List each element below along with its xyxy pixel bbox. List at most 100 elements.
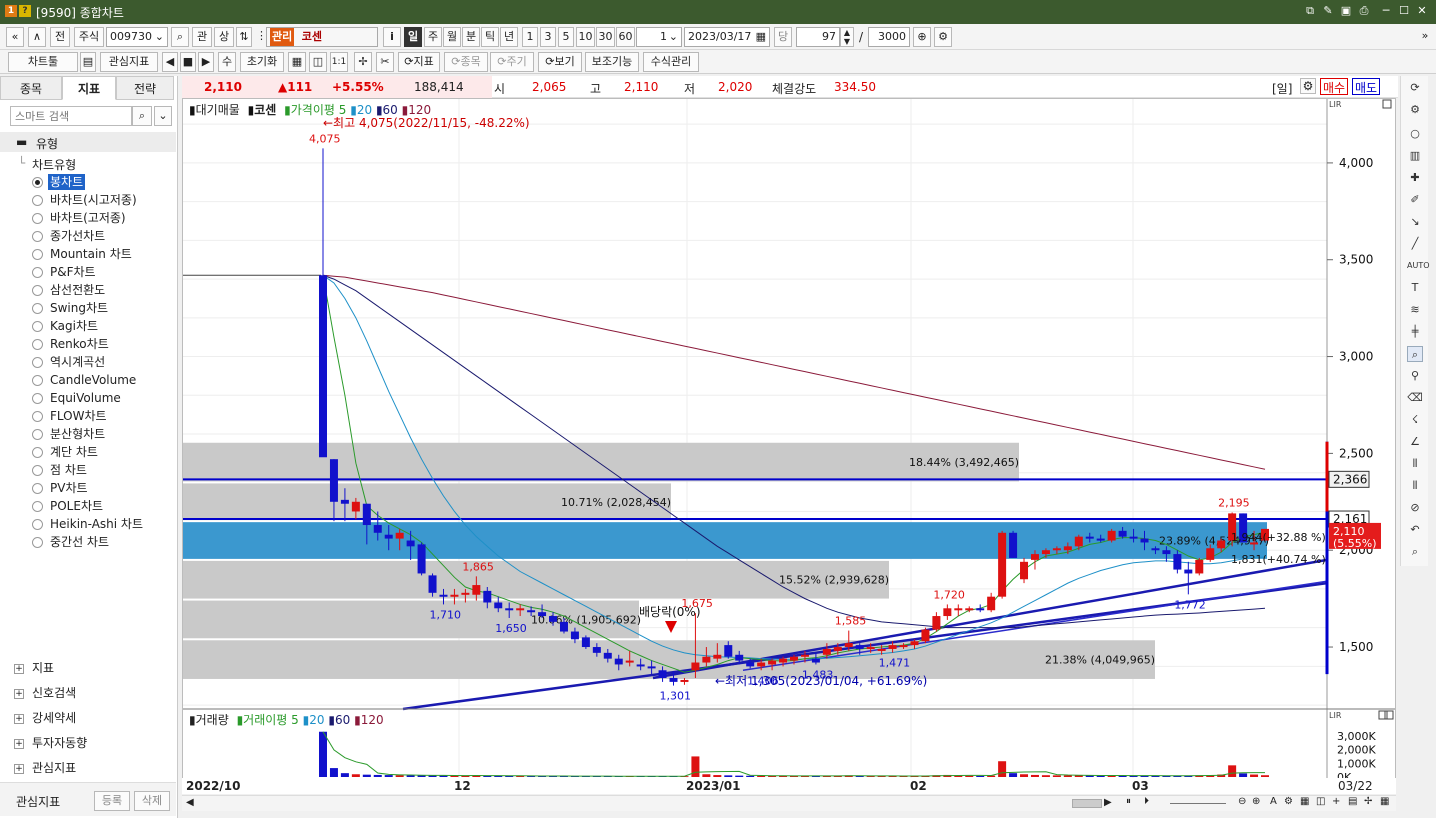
chart-tool-button[interactable]: 차트툴 [8,52,78,72]
add-icon[interactable]: + [1332,796,1340,807]
radio-chart-type[interactable] [32,357,43,368]
crosshair-icon[interactable]: ✢ [354,52,372,72]
expand-plus-icon[interactable]: + [14,663,24,674]
expand-plus-icon[interactable]: + [14,763,24,774]
chart-area[interactable]: 18.44% (3,492,465) 10.71% (2,028,454) 23.8… [182,98,1396,780]
tree-node[interactable]: + 강세약세 [14,709,76,727]
tab-stocks[interactable]: 종목 [0,76,62,100]
radio-chart-type[interactable] [32,393,43,404]
interval-button-5[interactable]: 60 [616,27,635,47]
expand-plus-icon[interactable]: + [14,738,24,749]
formula-manage-button[interactable]: 수식관리 [643,52,699,72]
one-to-one-button[interactable]: 1:1 [330,52,348,72]
radio-chart-type[interactable] [32,177,43,188]
chart-type-option[interactable]: Heikin-Ashi 차트 [50,516,143,532]
grid-icon[interactable]: ▦ [1300,796,1309,807]
radio-chart-type[interactable] [32,501,43,512]
tree-node[interactable]: + 투자자동향 [14,734,87,752]
view-button[interactable]: ⟳보기 [538,52,582,72]
candle-tool-icon[interactable]: ╪ [1407,324,1423,340]
dang-button[interactable]: 당 [774,27,792,47]
chart-type-option[interactable]: 중간선 차트 [50,534,109,550]
scroll-thumb[interactable] [1072,799,1102,808]
period-tab-4[interactable]: 틱 [481,27,499,47]
settings-gear-icon[interactable]: ⚙ [1300,78,1316,94]
reset-button[interactable]: 초기화 [240,52,284,72]
delete-tool-icon[interactable]: ⊘ [1407,500,1423,516]
gwan-button[interactable]: 관 [192,27,212,47]
period-tab-3[interactable]: 분 [462,27,480,47]
angle-tool-icon[interactable]: ∠ [1407,434,1423,450]
collapse-icon[interactable]: ⌄ [154,106,172,126]
total-input[interactable]: 3000 [868,27,910,47]
chart-type-option[interactable]: Swing차트 [50,300,108,316]
market-select[interactable]: 주식 [74,27,104,47]
radio-chart-type[interactable] [32,411,43,422]
pointer-tool-icon[interactable]: ↘ [1407,214,1423,230]
chart-type-option[interactable]: 계단 차트 [50,444,98,460]
period-tab-0[interactable]: 일 [404,27,422,47]
chart-type-option[interactable]: EquiVolume [50,390,121,406]
search-icon[interactable]: ⌕ [171,27,189,47]
radio-chart-type[interactable] [32,429,43,440]
horizontal-scrollbar[interactable]: ◀ ▶ ⏸ ⏵ ⊖ ⊕ A ⚙ ▦ ◫ + ▤ ✢ ▦ [182,795,1396,811]
chart-type-option[interactable]: Renko차트 [50,336,109,352]
close-button[interactable]: ✕ [1414,3,1430,19]
chart-type-option[interactable]: PV차트 [50,480,88,496]
sell-button[interactable]: 매도 [1352,78,1380,95]
maximize-button[interactable]: ☐ [1396,3,1412,19]
magnifier-icon[interactable]: ⚲ [1407,368,1423,384]
radio-chart-type[interactable] [32,285,43,296]
expand-plus-icon[interactable]: + [14,688,24,699]
scroll-right-icon[interactable]: ▶ [1104,797,1112,808]
count-input[interactable]: 97 [796,27,840,47]
radio-chart-type[interactable] [32,339,43,350]
radio-chart-type[interactable] [32,375,43,386]
sang-button[interactable]: 상 [214,27,234,47]
radio-chart-type[interactable] [32,267,43,278]
menu-dots-icon[interactable]: ⋮ [256,27,264,47]
chart-type-option[interactable]: 역시계곡선 [50,354,105,370]
stock-code-input[interactable]: 009730 ⌄ [106,27,168,47]
radio-chart-type[interactable] [32,465,43,476]
period-tab-2[interactable]: 월 [443,27,461,47]
radio-chart-type[interactable] [32,483,43,494]
layout-icon[interactable]: ◫ [309,52,327,72]
calendar-icon[interactable]: ▦ [756,28,766,46]
crosshair-icon[interactable]: ✢ [1364,796,1372,807]
tree-node[interactable]: + 지표 [14,659,54,677]
zoom-in-icon[interactable]: ⊕ [913,27,931,47]
settings-gear-icon[interactable]: ⚙ [1407,102,1423,118]
price-chart-svg[interactable]: 18.44% (3,492,465)10.71% (2,028,454)23.8… [183,99,1395,779]
text-tool-icon[interactable]: T [1407,280,1423,296]
interval-button-0[interactable]: 1 [522,27,538,47]
scroll-left-icon[interactable]: ◀ [186,797,194,808]
interval-input[interactable]: 1 ⌄ [636,27,682,47]
chart-type-option[interactable]: 봉차트 [48,174,86,190]
expand-plus-icon[interactable]: + [14,713,24,724]
fib-tool-icon[interactable]: ≋ [1407,302,1423,318]
print-icon[interactable]: ⎙ [1356,3,1372,19]
nav-first-button[interactable]: « [6,27,24,47]
prev-button[interactable]: 전 [50,27,70,47]
zoom-out-icon[interactable]: ⊖ [1238,796,1246,807]
vertical-lines-icon[interactable]: ⦀ [1407,456,1423,472]
cycle-button[interactable]: ⟳주기 [490,52,534,72]
fav-indicator-button[interactable]: 관심지표 [100,52,158,72]
interval-button-2[interactable]: 5 [558,27,574,47]
updown-spinner-icon[interactable]: ⇅ [236,27,252,47]
circle-icon[interactable]: ○ [1407,126,1423,142]
delete-button[interactable]: 삭제 [134,791,170,811]
info-button[interactable]: i [383,27,401,47]
radio-chart-type[interactable] [32,231,43,242]
auto-trend-icon[interactable]: AUTO [1407,258,1430,274]
stop-icon[interactable]: ■ [180,52,196,72]
line-tool-icon[interactable]: ╱ [1407,236,1423,252]
link-icon[interactable]: ⧉ [1302,3,1318,19]
register-button[interactable]: 등록 [94,791,130,811]
chart-type-option[interactable]: 삼선전환도 [50,282,105,298]
chart-type-option[interactable]: CandleVolume [50,372,136,388]
period-tab-5[interactable]: 년 [500,27,518,47]
chart-type-option[interactable]: 바차트(시고저종) [50,192,137,208]
section-header[interactable]: ▬ 유형 [0,132,176,152]
